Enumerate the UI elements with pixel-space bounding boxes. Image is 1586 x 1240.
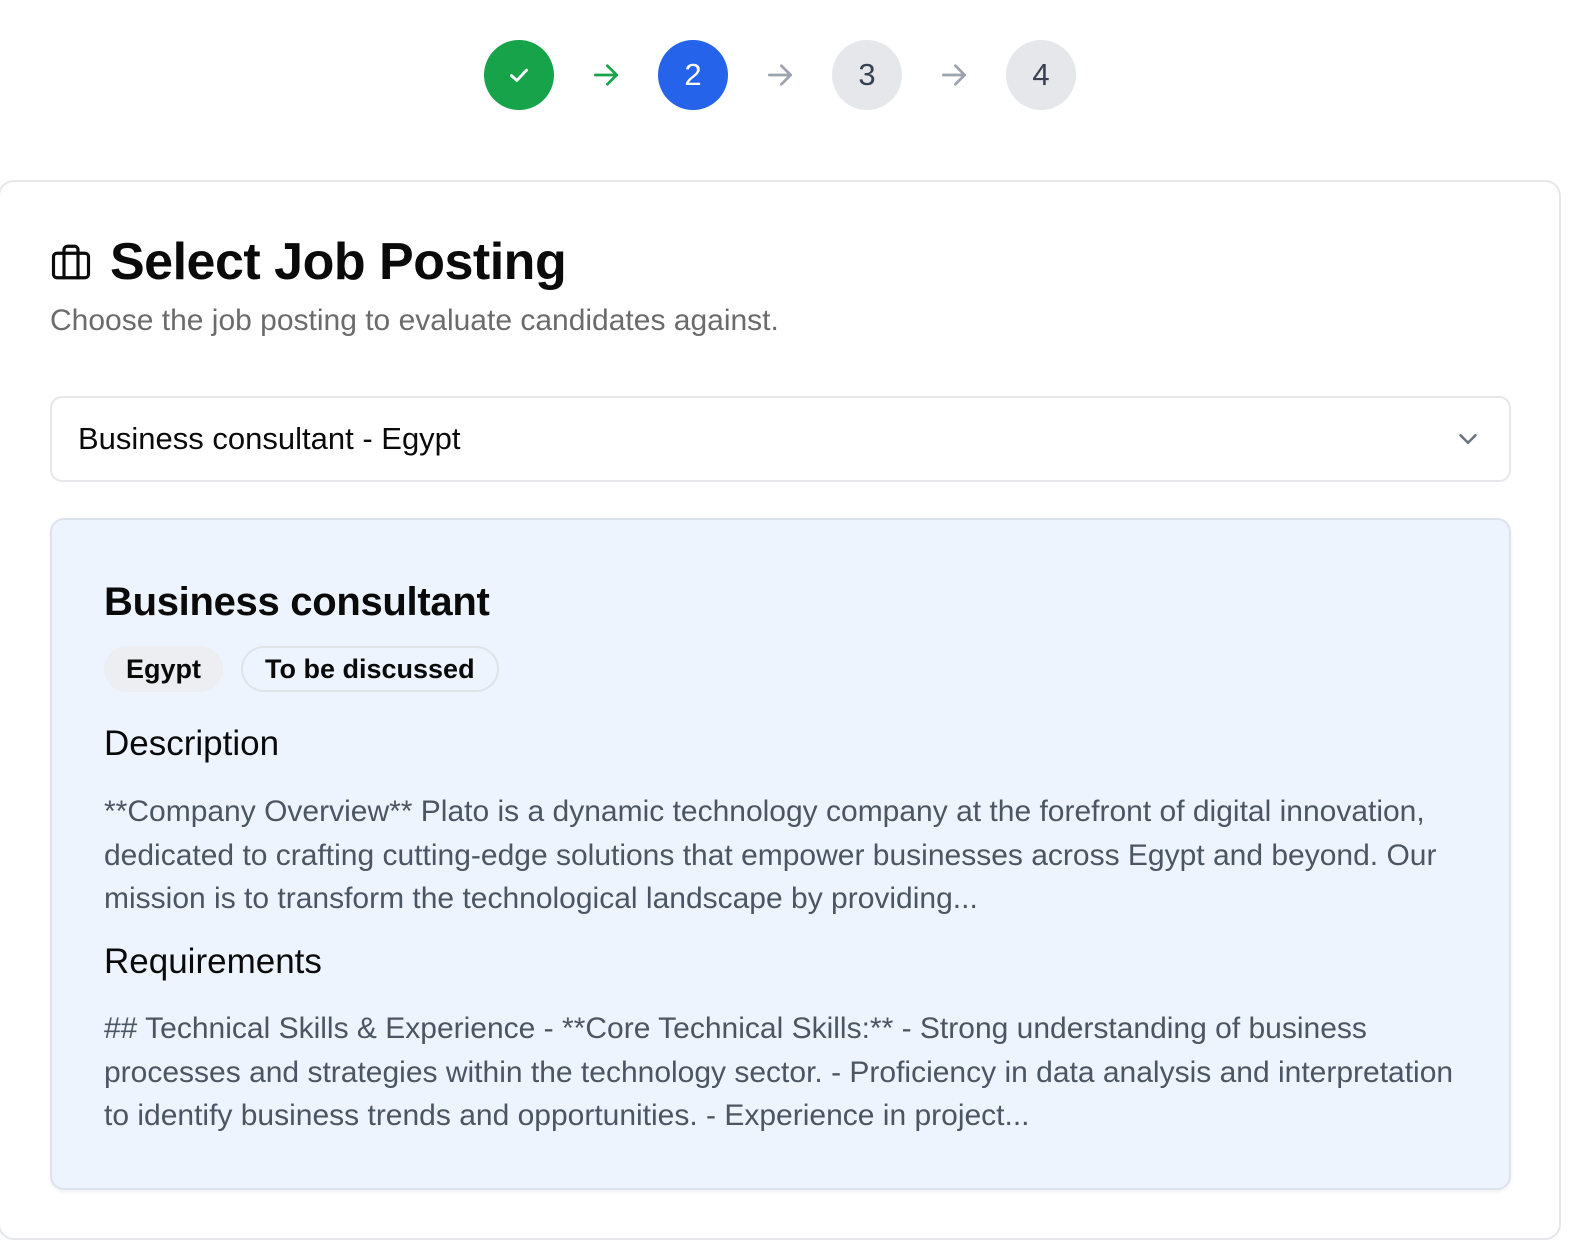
check-icon — [510, 68, 528, 82]
select-value: Business consultant - Egypt — [78, 421, 461, 456]
chevron-down-icon — [1459, 434, 1477, 444]
page-title: Select Job Posting — [110, 233, 567, 291]
job-posting-card: Select Job Posting Choose the job postin… — [0, 180, 1561, 1240]
page-subtitle: Choose the job posting to evaluate candi… — [50, 304, 779, 337]
description-text: **Company Overview** Plato is a dynamic … — [104, 795, 1437, 915]
step-4-pending[interactable]: 4 — [1006, 40, 1076, 110]
step-3-pending[interactable]: 3 — [832, 40, 902, 110]
step-2-active[interactable]: 2 — [658, 40, 728, 110]
job-posting-select[interactable]: Business consultant - Egypt — [50, 396, 1511, 482]
step-number: 2 — [684, 57, 702, 92]
salary-badge: To be discussed — [241, 646, 499, 692]
arrow-right-icon — [728, 40, 832, 110]
step-1-completed[interactable] — [484, 40, 554, 110]
step-number: 4 — [1032, 57, 1050, 92]
arrow-right-icon — [554, 40, 658, 110]
job-details-panel: Business consultant Egypt To be discusse… — [50, 518, 1511, 1190]
description-heading: Description — [104, 724, 280, 763]
requirements-heading: Requirements — [104, 942, 322, 981]
card-header: Select Job Posting — [50, 232, 567, 292]
progress-stepper: 2 3 4 — [0, 40, 1586, 110]
job-title: Business consultant — [104, 580, 490, 624]
step-number: 3 — [858, 57, 876, 92]
requirements-text: ## Technical Skills & Experience - **Cor… — [104, 1012, 1454, 1132]
briefcase-icon — [51, 244, 91, 280]
arrow-right-icon — [902, 40, 1006, 110]
location-badge: Egypt — [104, 646, 224, 692]
job-badges: Egypt To be discussed — [104, 646, 499, 692]
